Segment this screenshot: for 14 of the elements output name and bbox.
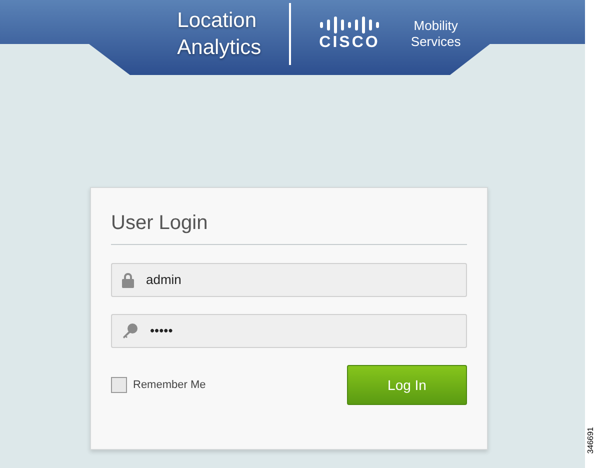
remember-checkbox[interactable] bbox=[111, 377, 127, 393]
password-field[interactable]: ••••• bbox=[111, 314, 467, 348]
product-title: Analytics bbox=[177, 35, 262, 61]
key-icon bbox=[122, 323, 138, 339]
logo-bars-icon bbox=[320, 16, 380, 34]
header-divider bbox=[289, 3, 292, 65]
remember-label: Remember Me bbox=[133, 378, 206, 393]
logo-wordmark: CISCO bbox=[319, 34, 380, 52]
figure-number: 346691 bbox=[587, 427, 595, 454]
lock-icon bbox=[122, 272, 134, 288]
header-subtitle: Mobility Services bbox=[410, 18, 462, 50]
login-title: User Login bbox=[111, 212, 208, 234]
product-title: Location bbox=[177, 8, 258, 34]
username-field[interactable]: admin bbox=[111, 263, 467, 297]
